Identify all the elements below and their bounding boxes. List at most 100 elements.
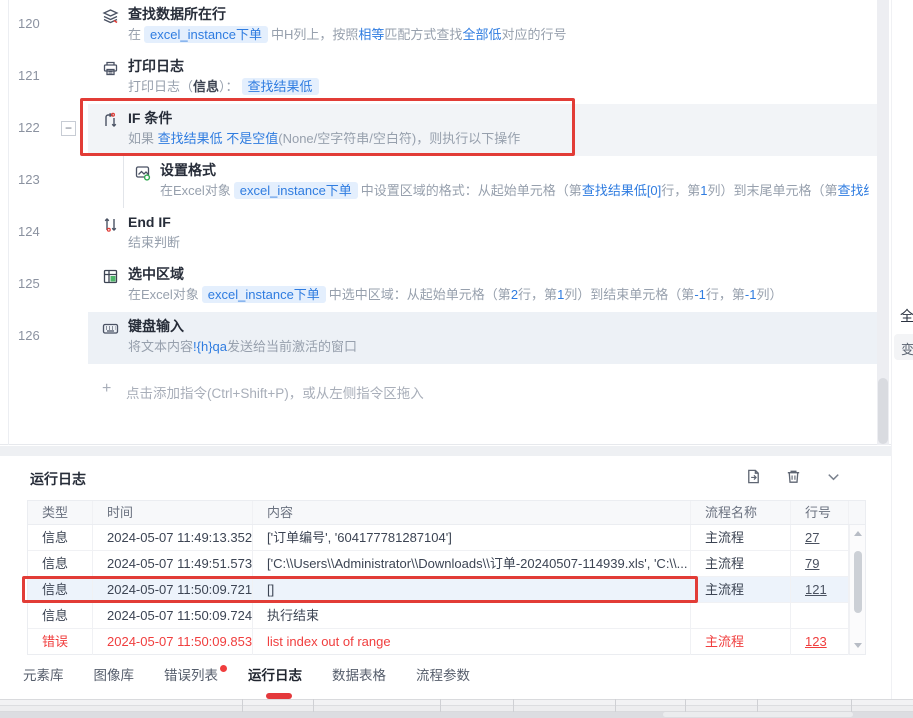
right-panel-partial-chip[interactable]: 变: [894, 334, 913, 360]
log-line-link[interactable]: 121: [805, 582, 827, 597]
log-row[interactable]: 信息 2024-05-07 11:50:09.724 执行结束: [28, 603, 865, 629]
scroll-up-arrow-icon[interactable]: [854, 531, 862, 536]
export-log-icon[interactable]: [745, 468, 763, 486]
step-description: 在Excel对象 excel_instance下单 中选中区域：从起始单元格（第2行…: [128, 284, 869, 306]
step-body-125[interactable]: 选中区域 在Excel对象 excel_instance下单 中选中区域：从起始单元格…: [88, 260, 877, 312]
log-type: 信息: [28, 603, 93, 628]
strip-column-divider: [685, 699, 686, 712]
desc-segment: 在: [128, 27, 142, 42]
log-line-cell: 121: [791, 577, 849, 602]
step-line-number: 121: [18, 68, 40, 83]
if-child-guide-line: [123, 156, 124, 208]
log-line-cell: [791, 603, 849, 628]
log-content: list index out of range: [253, 629, 691, 655]
tab-运行日志[interactable]: 运行日志: [248, 662, 302, 690]
desc-segment: 列）到结束单元格（第: [564, 287, 695, 302]
step-body-121[interactable]: 打印日志打印日志（信息）： 查找结果低: [88, 52, 877, 104]
add-instruction-row[interactable]: + 点击添加指令(Ctrl+Shift+P)，或从左侧指令区拖入: [0, 364, 877, 414]
step-description: 将文本内容!{h}qa发送给当前激活的窗口: [128, 336, 869, 358]
desc-segment: 在Excel对象: [160, 183, 231, 198]
desc-segment: 查找结果低 不是空值: [157, 131, 279, 146]
log-time: 2024-05-07 11:49:51.573: [93, 551, 253, 576]
step-title: 查找数据所在行: [128, 6, 226, 22]
step-body-124[interactable]: End IF 结束判断: [88, 208, 877, 260]
log-line-link[interactable]: 27: [805, 530, 819, 545]
tab-数据表格[interactable]: 数据表格: [332, 662, 386, 690]
step-body-123[interactable]: 设置格式 在Excel对象 excel_instance下单 中设置区域的格式：从起始…: [88, 156, 877, 208]
scroll-down-arrow-icon[interactable]: [854, 643, 862, 648]
desc-segment: 全部低: [462, 27, 502, 42]
tab-元素库[interactable]: 元素库: [23, 662, 64, 690]
log-time: 2024-05-07 11:50:09.724: [93, 603, 253, 628]
step-line-number: 124: [18, 224, 40, 239]
log-line-cell: 123: [791, 629, 849, 655]
log-content: []: [253, 577, 691, 602]
log-row[interactable]: 错误 2024-05-07 11:50:09.853 list index out …: [28, 629, 865, 655]
step-description: 在 excel_instance下单 中H列上，按照相等匹配方式查找全部低对应的行号: [128, 24, 869, 46]
variable-chip: excel_instance下单: [144, 26, 269, 43]
log-flow-name: 主流程: [691, 629, 791, 655]
step-body-126[interactable]: 键盘输入将文本内容!{h}qa发送给当前激活的窗口: [88, 312, 877, 364]
step-description: 打印日志（信息）： 查找结果低: [128, 76, 869, 98]
active-tab-indicator: [266, 693, 292, 699]
log-column-header: 流程名称: [691, 501, 791, 524]
desc-segment: 发送给当前激活的窗口: [227, 339, 358, 354]
tab-流程参数[interactable]: 流程参数: [416, 662, 470, 690]
collapse-panel-chevron-icon[interactable]: [825, 468, 843, 486]
desc-segment: 匹配方式查找: [384, 27, 463, 42]
log-type: 错误: [28, 629, 93, 655]
step-body-120[interactable]: 查找数据所在行在 excel_instance下单 中H列上，按照相等匹配方式查找全…: [88, 0, 877, 52]
horizontal-scrollbar-thumb[interactable]: [663, 712, 853, 717]
desc-segment: 中H列上，按照: [271, 27, 359, 42]
keyboard-icon: [102, 320, 120, 338]
flow-vertical-scrollbar[interactable]: [877, 0, 889, 445]
desc-segment: 中选中区域：从起始单元格（第: [328, 287, 511, 302]
flow-step-row-120: 120 查找数据所在行在 excel_instance下单 中H列上，按照相等匹配方式…: [0, 0, 891, 52]
desc-segment: ）：: [219, 79, 239, 94]
log-row[interactable]: 信息 2024-05-07 11:49:13.352 ['订单编号', '60417…: [28, 525, 865, 551]
desc-segment: 列）: [756, 287, 783, 302]
strip-column-divider: [440, 699, 441, 712]
step-title: 键盘输入: [128, 318, 184, 334]
desc-segment: 1: [700, 183, 708, 198]
rpa-editor-screen: 120 查找数据所在行在 excel_instance下单 中H列上，按照相等匹配方式…: [0, 0, 913, 718]
flow-step-row-125: 125 选中区域 在Excel对象 excel_instance下单 中选中区域：从起始…: [0, 260, 891, 312]
log-content: ['订单编号', '604177781287104']: [253, 525, 691, 550]
run-log-table: 类型 时间 内容 流程名称 行号 信息 2024-05-07 11:49:13.352 ['…: [27, 500, 866, 655]
flow-step-row-121: 121 打印日志打印日志（信息）： 查找结果低: [0, 52, 891, 104]
step-title: 打印日志: [128, 58, 184, 74]
desc-segment: 2: [510, 287, 519, 302]
step-line-number: 120: [18, 16, 40, 31]
variable-chip: excel_instance下单: [201, 286, 326, 303]
log-line-link[interactable]: 79: [805, 556, 819, 571]
strip-column-divider: [615, 699, 616, 712]
clear-log-trash-icon[interactable]: [785, 468, 803, 486]
step-body-122[interactable]: IF 条件 如果 查找结果低 不是空值(None/空字符串/空白符)，则执行以下操…: [88, 104, 877, 156]
step-line-number: 126: [18, 328, 40, 343]
log-table-scrollbar[interactable]: [849, 525, 865, 654]
strip-column-divider: [313, 699, 314, 712]
tab-错误列表[interactable]: 错误列表: [164, 662, 227, 690]
collapse-if-toggle[interactable]: −: [61, 121, 76, 136]
log-content: 执行结束: [253, 603, 691, 628]
tab-图像库[interactable]: 图像库: [94, 662, 135, 690]
log-line-link[interactable]: 123: [805, 634, 827, 649]
desc-segment: 行，第: [661, 183, 701, 198]
log-flow-name: 主流程: [691, 551, 791, 576]
right-panel-chip-label: 变: [901, 342, 913, 357]
strip-column-divider: [757, 699, 758, 712]
bottom-tab-bar: 元素库 图像库 错误列表 运行日志 数据表格 流程参数: [23, 662, 470, 690]
log-row[interactable]: 信息 2024-05-07 11:49:51.573 ['C:\\Users\\Ad…: [28, 551, 865, 577]
desc-segment: 查找结...: [837, 183, 869, 198]
log-type: 信息: [28, 551, 93, 576]
strip-row-1: [0, 699, 913, 706]
flow-step-row-123: 123 设置格式 在Excel对象 excel_instance下单 中设置区域的格式：…: [0, 156, 891, 208]
desc-segment: 信息: [193, 79, 220, 94]
step-title: End IF: [128, 214, 171, 230]
panel-gap: [0, 446, 891, 456]
flow-scrollbar-thumb[interactable]: [878, 378, 888, 444]
desc-segment: 列）到末尾单元格（第: [707, 183, 838, 198]
log-scrollbar-thumb[interactable]: [854, 551, 862, 613]
log-type: 信息: [28, 577, 93, 602]
log-row[interactable]: 信息 2024-05-07 11:50:09.721[] 主流程 121: [28, 577, 865, 603]
